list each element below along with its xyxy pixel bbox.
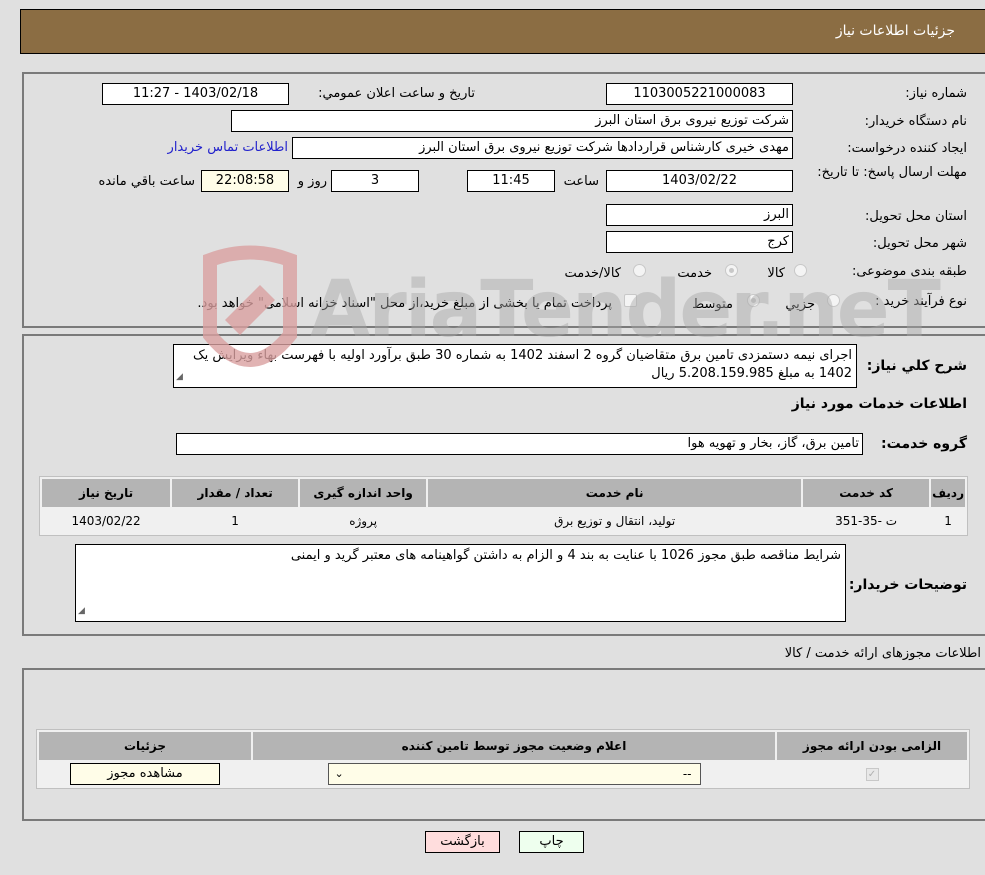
category-option-goods-service: کالا/خدمت <box>564 266 621 281</box>
table-row: 1 ت -35-351 تولید، انتقال و توزیع برق پر… <box>42 509 965 533</box>
cell-service-code: ت -35-351 <box>803 509 930 533</box>
back-button[interactable]: بازگشت <box>425 831 500 853</box>
cell-permit-status: -- ⌄ <box>253 762 775 786</box>
cell-need-date: 1403/02/22 <box>42 509 171 533</box>
col-permit-status: اعلام وضعیت مجوز توسط تامین کننده <box>253 732 775 760</box>
buyer-notes-label: توضیحات خریدار: <box>848 577 967 593</box>
page-title: جزئیات اطلاعات نیاز <box>835 23 955 39</box>
permits-table: الزامی بودن ارائه مجوز اعلام وضعیت مجوز … <box>36 729 970 789</box>
category-label: طبقه بندی موضوعی: <box>851 264 967 279</box>
city-field: کرج <box>606 231 793 253</box>
creator-field: مهدی خیری کارشناس قراردادها شرکت توزیع ن… <box>292 137 793 159</box>
permit-required-checkbox[interactable]: ✓ <box>865 768 879 781</box>
treasury-note: پرداخت تمام یا بخشی از مبلغ خرید،از محل … <box>197 296 612 311</box>
services-table-header: ردیف کد خدمت نام خدمت واحد اندازه گیری ت… <box>42 479 965 507</box>
deadline-time-label: ساعت <box>563 174 599 189</box>
permits-table-header: الزامی بودن ارائه مجوز اعلام وضعیت مجوز … <box>39 732 967 760</box>
col-row-number: ردیف <box>931 479 965 507</box>
cell-unit: پروژه <box>300 509 427 533</box>
col-need-date: تاریخ نیاز <box>42 479 171 507</box>
resize-grip-icon[interactable]: ◢ <box>78 602 85 620</box>
chevron-down-icon: ⌄ <box>334 767 344 780</box>
buyer-notes-text: شرایط مناقصه طبق مجوز 1026 با عنایت به ب… <box>290 548 841 563</box>
category-radio-goods-service[interactable] <box>633 264 646 277</box>
col-unit: واحد اندازه گیری <box>300 479 427 507</box>
process-option-medium: متوسط <box>692 297 733 312</box>
need-number-field: 1103005221000083 <box>606 83 793 105</box>
services-section-title: اطلاعات خدمات مورد نیاز <box>791 396 967 412</box>
need-number-label: شماره نیاز: <box>905 86 967 101</box>
buyer-org-field: شرکت توزیع نیروی برق استان البرز <box>231 110 793 132</box>
permits-section-title: اطلاعات مجوزهای ارائه خدمت / کالا <box>784 646 981 661</box>
province-field: البرز <box>606 204 793 226</box>
col-service-code: کد خدمت <box>803 479 930 507</box>
col-quantity: تعداد / مقدار <box>172 479 299 507</box>
col-permit-details: جزئیات <box>39 732 251 760</box>
permit-status-value: -- <box>682 767 692 781</box>
table-row: ✓ -- ⌄ مشاهده مجوز <box>39 762 967 786</box>
description-label: شرح کلي نیاز: <box>866 358 967 374</box>
cell-service-name: تولید، انتقال و توزیع برق <box>428 509 802 533</box>
city-label: شهر محل تحویل: <box>872 236 967 251</box>
deadline-time-field: 11:45 <box>467 170 555 192</box>
deadline-label: مهلت ارسال پاسخ: تا تاریخ: <box>817 165 967 180</box>
cell-row-number: 1 <box>931 509 965 533</box>
buyer-notes-textarea[interactable]: شرایط مناقصه طبق مجوز 1026 با عنایت به ب… <box>75 544 846 622</box>
col-service-name: نام خدمت <box>428 479 802 507</box>
view-permit-button[interactable]: مشاهده مجوز <box>70 763 220 785</box>
province-label: استان محل تحویل: <box>865 209 967 224</box>
deadline-date-field: 1403/02/22 <box>606 170 793 192</box>
cell-quantity: 1 <box>172 509 299 533</box>
process-radio-medium[interactable] <box>747 294 760 307</box>
creator-label: ایجاد کننده درخواست: <box>847 141 967 156</box>
process-option-minor: جزيي <box>785 297 815 312</box>
description-text: اجرای نیمه دستمزدی تامین برق متقاضیان گر… <box>193 348 852 381</box>
description-textarea[interactable]: اجرای نیمه دستمزدی تامین برق متقاضیان گر… <box>173 344 857 388</box>
services-table: ردیف کد خدمت نام خدمت واحد اندازه گیری ت… <box>39 476 968 536</box>
category-option-service: خدمت <box>677 266 712 281</box>
category-radio-service[interactable] <box>725 264 738 277</box>
days-label: روز و <box>297 174 327 189</box>
col-permit-required: الزامی بودن ارائه مجوز <box>777 732 967 760</box>
remaining-time-label: ساعت باقي مانده <box>98 174 195 189</box>
days-remaining-field: 3 <box>331 170 419 192</box>
process-label: نوع فرآیند خرید : <box>875 294 967 309</box>
announce-label: تاریخ و ساعت اعلان عمومي: <box>318 86 475 101</box>
category-option-goods: کالا <box>767 266 785 281</box>
cell-permit-required: ✓ <box>777 762 967 786</box>
permit-status-select[interactable]: -- ⌄ <box>327 763 701 785</box>
print-button[interactable]: چاپ <box>519 831 584 853</box>
buyer-contact-link[interactable]: اطلاعات تماس خریدار <box>168 140 288 155</box>
cell-permit-details: مشاهده مجوز <box>39 762 251 786</box>
category-radio-goods[interactable] <box>794 264 807 277</box>
service-group-field: تامین برق، گاز، بخار و تهویه هوا <box>176 433 863 455</box>
buyer-org-label: نام دستگاه خریدار: <box>864 114 967 129</box>
resize-grip-icon[interactable]: ◢ <box>176 368 183 386</box>
announce-field: 1403/02/18 - 11:27 <box>102 83 289 105</box>
page-header: جزئیات اطلاعات نیاز <box>20 9 985 54</box>
remaining-time-field: 22:08:58 <box>201 170 289 192</box>
treasury-checkbox[interactable] <box>624 294 637 307</box>
process-radio-minor[interactable] <box>827 294 840 307</box>
service-group-label: گروه خدمت: <box>881 436 967 452</box>
